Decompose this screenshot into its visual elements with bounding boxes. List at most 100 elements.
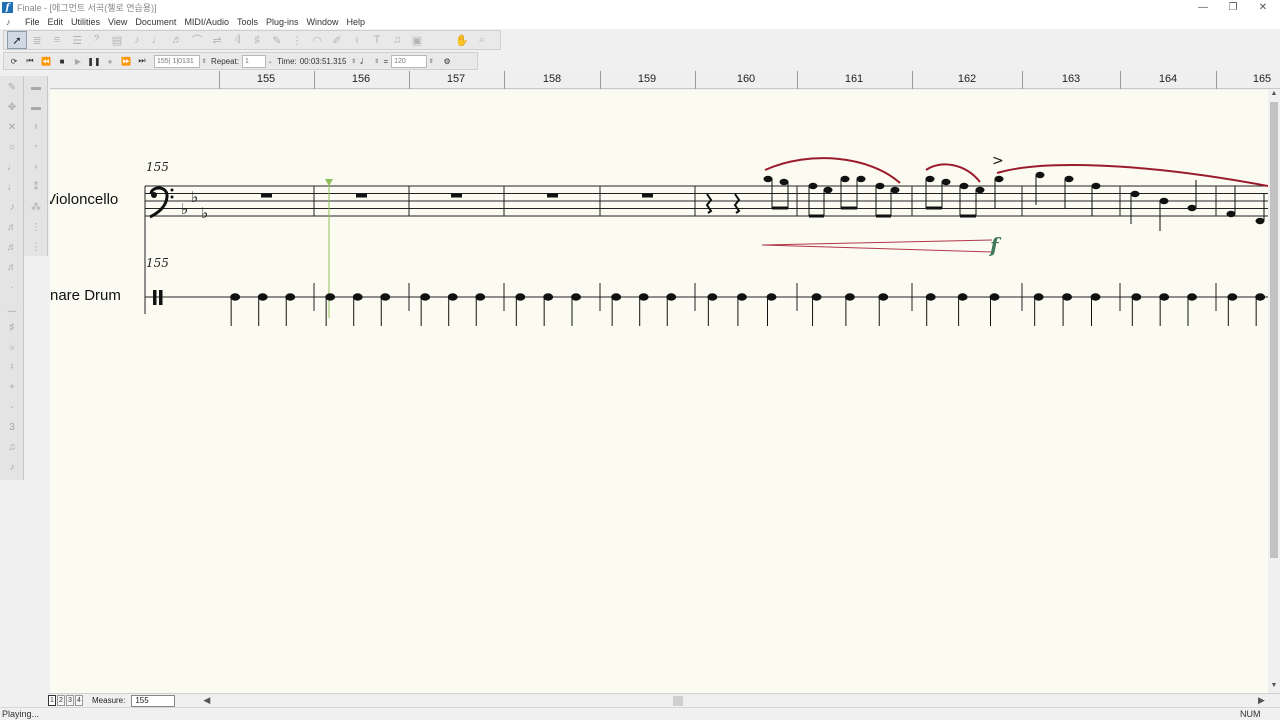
eraser-icon[interactable]: ✕	[0, 118, 24, 136]
tempo-unit-spinner-icon[interactable]: ⇕	[372, 55, 380, 68]
pause-icon[interactable]: ❚❚	[86, 54, 102, 68]
document-menu-icon[interactable]: ♪	[6, 17, 16, 27]
flat-icon[interactable]: ♭	[0, 338, 24, 356]
quarter-note-icon[interactable]: ♩	[359, 55, 370, 67]
tempo-spinner-icon[interactable]: ⇕	[427, 55, 435, 68]
lyrics-tool-icon[interactable]: ✎	[267, 31, 287, 49]
measure-tool-icon[interactable]: ☰	[67, 31, 87, 49]
clef-tool-icon[interactable]: ♪	[127, 31, 147, 49]
menu-edit[interactable]: Edit	[44, 15, 68, 29]
mirror-tool-icon[interactable]: ✐	[327, 31, 347, 49]
measure-input[interactable]: 155	[131, 694, 176, 707]
articulation-tool-icon[interactable]: ⌒	[187, 31, 207, 49]
sharp-icon[interactable]: ♯	[0, 318, 24, 336]
pencil-icon[interactable]: ✎	[0, 78, 24, 96]
whole-rest-icon[interactable]: ▬	[24, 78, 48, 96]
menu-file[interactable]: File	[21, 15, 44, 29]
half-flat-icon[interactable]: -	[0, 398, 24, 416]
score-canvas[interactable]: 155 Violoncello 155 nare Drum ♭ ♭ ♭ > f	[50, 90, 1268, 693]
page-tab-4[interactable]: 4	[75, 695, 83, 706]
tuplet-palette-icon[interactable]: 3	[0, 418, 24, 436]
time-spinner-icon[interactable]: ⇕	[349, 55, 357, 68]
sixteenth-rest-icon[interactable]: 𝄿	[24, 158, 48, 176]
rest-128-icon[interactable]: ⋮	[24, 218, 48, 236]
repeat-dropdown-icon[interactable]: ⌄	[266, 55, 274, 68]
rewind-to-start-icon[interactable]: ⏮	[22, 54, 38, 68]
staff-tool-icon[interactable]: ≣	[27, 31, 47, 49]
page-layout-tool-icon[interactable]: ▣	[407, 31, 427, 49]
ruler-measure-159[interactable]: 159	[638, 73, 656, 85]
scroll-up-icon[interactable]: ▲	[1268, 90, 1280, 97]
rest-256-icon[interactable]: ⋮	[24, 238, 48, 256]
repeat-field[interactable]: 1	[242, 54, 267, 68]
flip-stem-icon[interactable]: ♪	[0, 458, 24, 476]
half-sharp-icon[interactable]: +	[0, 378, 24, 396]
menu-window[interactable]: Window	[303, 15, 343, 29]
hand-grabber-icon[interactable]: ✋	[452, 31, 472, 49]
menu-midi-audio[interactable]: MIDI/Audio	[180, 15, 233, 29]
fast-forward-icon[interactable]: ⏩	[118, 54, 134, 68]
scroll-right-icon[interactable]: ▶	[1258, 695, 1265, 706]
half-rest-icon[interactable]: ▬	[24, 98, 48, 116]
speedy-entry-tool-icon[interactable]: ♬	[167, 31, 187, 49]
menu-help[interactable]: Help	[343, 15, 370, 29]
menu-document[interactable]: Document	[131, 15, 180, 29]
vertical-scroll-thumb[interactable]	[1270, 102, 1278, 558]
tuplet-tool-icon[interactable]: ⋮	[287, 31, 307, 49]
repeat-tool-icon[interactable]: 𝄇	[227, 31, 247, 49]
move-icon[interactable]: ✥	[0, 98, 24, 116]
whole-note-icon[interactable]: ○	[0, 138, 24, 156]
ruler-measure-163[interactable]: 163	[1062, 73, 1080, 85]
ruler-measure-162[interactable]: 162	[958, 73, 976, 85]
smart-shape-tool-icon[interactable]: ≡	[47, 31, 67, 49]
menu-plug-ins[interactable]: Plug-ins	[262, 15, 303, 29]
menu-view[interactable]: View	[104, 15, 131, 29]
ruler-measure-155[interactable]: 155	[257, 73, 275, 85]
quarter-rest-icon[interactable]: 𝄽	[24, 118, 48, 136]
menu-tools[interactable]: Tools	[233, 15, 262, 29]
page-tab-2[interactable]: 2	[57, 695, 65, 706]
page-tab-3[interactable]: 3	[66, 695, 74, 706]
ruler-measure-161[interactable]: 161	[845, 73, 863, 85]
eighth-rest-icon[interactable]: 𝄾	[24, 138, 48, 156]
simple-entry-tool-icon[interactable]: ♩	[147, 31, 167, 49]
tempo-field[interactable]: 120	[391, 54, 428, 68]
ruler-measure-164[interactable]: 164	[1159, 73, 1177, 85]
page-tab-1[interactable]: 1	[48, 695, 56, 706]
rest-32-icon[interactable]: ⁑	[24, 178, 48, 196]
graphics-tool-icon[interactable]: ♫	[387, 31, 407, 49]
counter-field[interactable]: 155| 1|0131	[154, 54, 200, 68]
tie-icon[interactable]: ‿	[0, 298, 24, 316]
thirty-second-note-icon[interactable]: ♬	[0, 238, 24, 256]
chord-tool-icon[interactable]: ♯	[247, 31, 267, 49]
stop-icon[interactable]: ■	[54, 54, 70, 68]
vertical-scrollbar[interactable]: ▲ ▼	[1268, 90, 1280, 693]
playback-settings-gear-icon[interactable]: ⚙	[439, 54, 455, 68]
rewind-icon[interactable]: ⏪	[38, 54, 54, 68]
slur-tool-icon[interactable]: ◠	[307, 31, 327, 49]
forward-to-end-icon[interactable]: ⏭	[134, 54, 150, 68]
close-button[interactable]: ✕	[1240, 0, 1280, 15]
expression-tool-icon[interactable]: ⇌	[207, 31, 227, 49]
selection-tool-icon[interactable]: ➚	[7, 31, 27, 49]
record-icon[interactable]: ●	[102, 54, 118, 68]
half-note-icon[interactable]: ♩	[0, 158, 24, 176]
ruler-measure-160[interactable]: 160	[737, 73, 755, 85]
menu-utilities[interactable]: Utilities	[67, 15, 104, 29]
ruler-measure-158[interactable]: 158	[543, 73, 561, 85]
loop-icon[interactable]: ⟳	[6, 54, 22, 68]
ruler-measure-157[interactable]: 157	[447, 73, 465, 85]
text-tool-icon[interactable]: T	[367, 31, 387, 49]
play-icon[interactable]: ▶	[70, 54, 86, 68]
zoom-icon[interactable]: ⌕	[472, 31, 492, 49]
scroll-left-icon[interactable]: ◀	[203, 695, 210, 706]
sixteenth-note-icon[interactable]: ♬	[0, 218, 24, 236]
key-signature-tool-icon[interactable]: 𝄢	[87, 31, 107, 49]
horizontal-scroll-thumb[interactable]	[673, 696, 683, 706]
dot-icon[interactable]: ·	[0, 278, 24, 296]
eighth-note-icon[interactable]: ♪	[0, 198, 24, 216]
counter-spinner-icon[interactable]: ⇕	[200, 55, 208, 68]
natural-icon[interactable]: ♮	[0, 358, 24, 376]
rest-64-icon[interactable]: ⁂	[24, 198, 48, 216]
ruler-measure-165[interactable]: 165	[1253, 73, 1271, 85]
